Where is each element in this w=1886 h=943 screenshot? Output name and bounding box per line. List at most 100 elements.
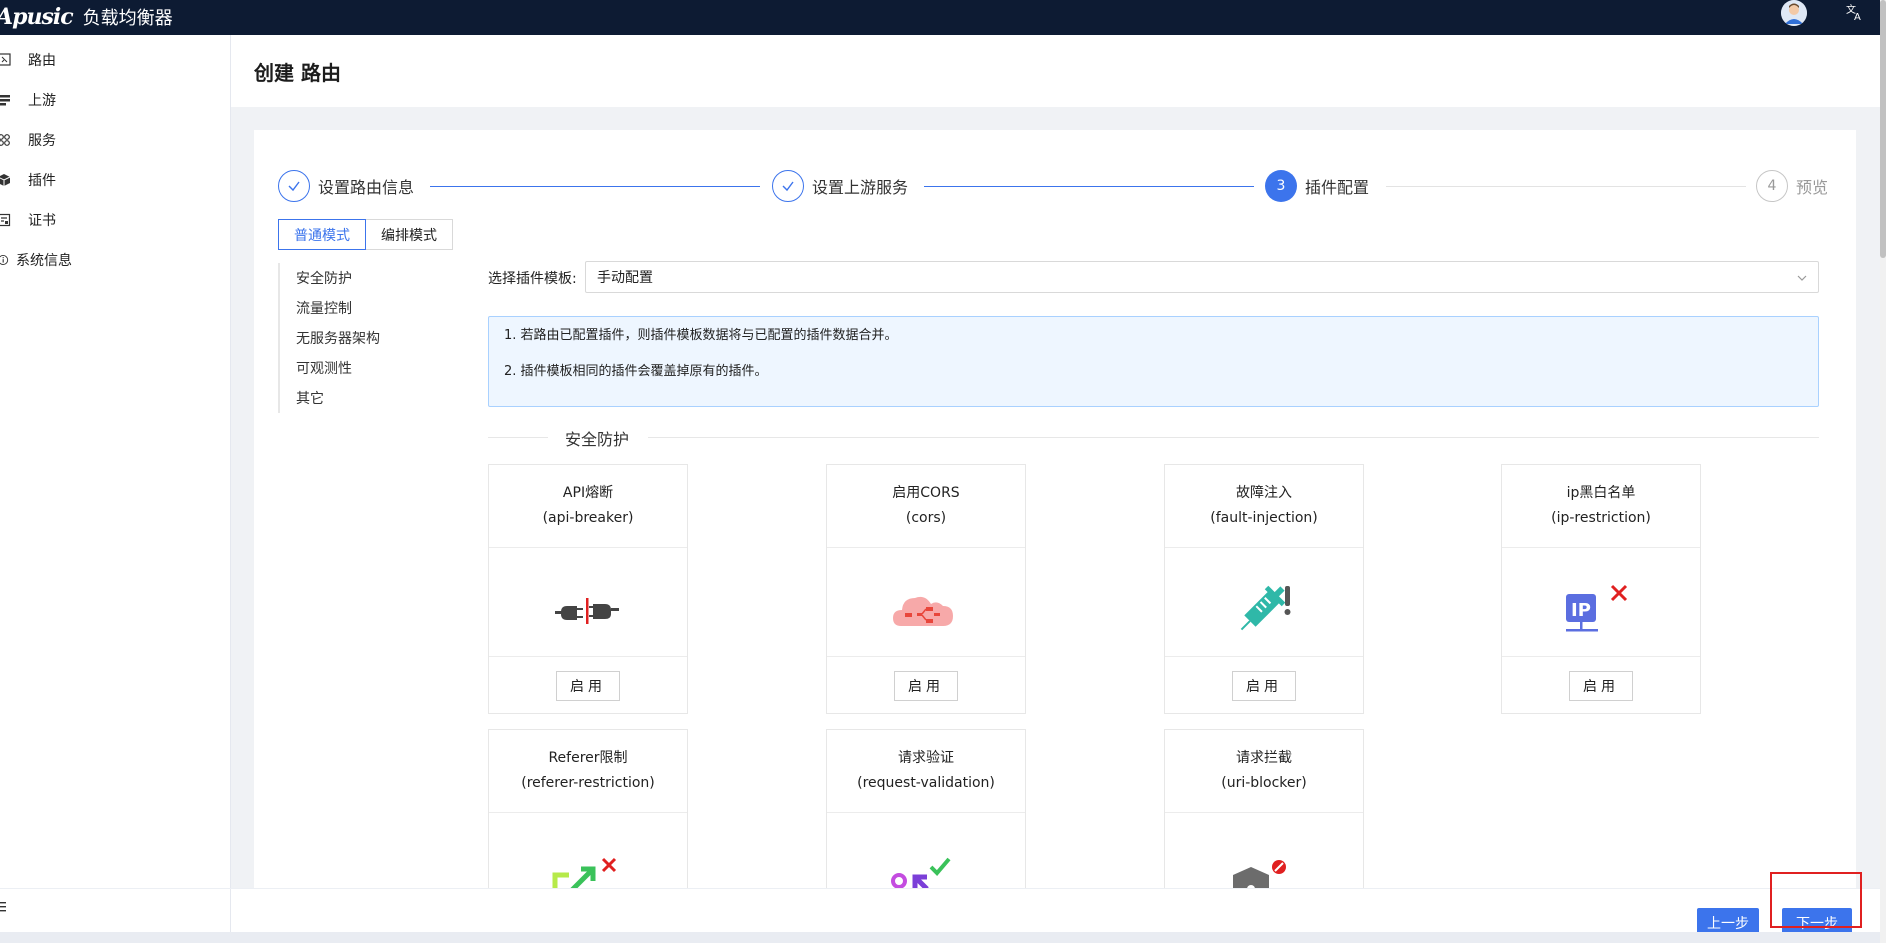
step-done-circle <box>772 170 804 202</box>
tab-orchestration-mode[interactable]: 编排模式 <box>366 219 453 250</box>
plugin-card-header: API熔断 (api-breaker) <box>489 465 687 548</box>
product-name: 负载均衡器 <box>82 8 173 29</box>
uri-block-icon <box>1233 860 1286 890</box>
svg-text:A: A <box>1854 12 1861 22</box>
step-connector <box>1386 186 1746 187</box>
ip-block-icon: IP <box>1566 584 1628 632</box>
plugin-id: (ip-restriction) <box>1551 510 1651 526</box>
top-header: Apusic 负载均衡器 文 A <box>0 0 1886 35</box>
plugin-card-footer: 启用 <box>1502 657 1700 714</box>
sidebar-item-label: 路由 <box>28 53 56 69</box>
upstream-icon <box>0 95 10 106</box>
step-route-info: 设置路由信息 <box>278 170 414 202</box>
plugin-card-body <box>827 813 1025 890</box>
plugin-card-body <box>1165 548 1363 657</box>
plugin-card-uri-blocker: 请求拦截 (uri-blocker) <box>1164 729 1364 890</box>
template-select-value: 手动配置 <box>597 270 653 286</box>
template-select[interactable]: 手动配置 <box>585 261 1819 293</box>
brand: Apusic 负载均衡器 <box>0 2 173 32</box>
step-title: 设置路由信息 <box>318 178 415 197</box>
plugin-card-footer: 启用 <box>489 657 687 714</box>
notice-line: 1. 若路由已配置插件，则插件模板数据将与已配置的插件数据合并。 <box>504 328 898 343</box>
sidebar-item-system-info[interactable]: 系统信息 <box>0 248 72 272</box>
sidebar: 路由 上游 服务 插件 证书 系统信息 <box>0 35 231 943</box>
plugin-card-header: 请求验证 (request-validation) <box>827 730 1025 813</box>
divider-line <box>648 437 1819 438</box>
enable-button[interactable]: 启用 <box>1232 670 1296 701</box>
section-title: 安全防护 <box>565 430 630 449</box>
category-traffic-control[interactable]: 流量控制 <box>280 293 438 323</box>
translate-icon[interactable]: 文 A <box>1845 2 1865 22</box>
plugin-name: ip黑白名单 <box>1566 485 1636 501</box>
page-title: 创建 路由 <box>254 61 341 85</box>
sidebar-item-label: 上游 <box>28 93 56 109</box>
sidebar-item-plugin[interactable]: 插件 <box>0 168 56 192</box>
plugin-id: (fault-injection) <box>1210 510 1318 526</box>
request-check-icon <box>891 857 951 890</box>
route-icon <box>0 53 11 66</box>
sidebar-item-label: 系统信息 <box>16 253 72 269</box>
info-notice: 1. 若路由已配置插件，则插件模板数据将与已配置的插件数据合并。 2. 插件模板… <box>488 316 1819 407</box>
enable-button[interactable]: 启用 <box>556 670 620 701</box>
category-serverless[interactable]: 无服务器架构 <box>280 323 438 353</box>
plugin-name: 故障注入 <box>1236 485 1292 501</box>
content-card: 设置路由信息 设置上游服务 3 插件配置 4 预览 普通模式 编排模式 安全防护… <box>254 130 1856 890</box>
category-other[interactable]: 其它 <box>280 383 438 413</box>
step-plugin-config: 3 插件配置 <box>1265 170 1369 202</box>
sidebar-item-service[interactable]: 服务 <box>0 128 56 152</box>
user-avatar[interactable] <box>1781 0 1807 26</box>
mode-tabs: 普通模式 编排模式 <box>278 219 453 250</box>
step-title: 预览 <box>1796 178 1829 197</box>
plugin-id: (api-breaker) <box>542 510 634 526</box>
tab-normal-mode[interactable]: 普通模式 <box>278 219 366 250</box>
sidebar-item-label: 服务 <box>28 133 56 149</box>
category-security[interactable]: 安全防护 <box>280 263 438 293</box>
section-divider: 安全防护 <box>488 426 1819 450</box>
sidebar-item-upstream[interactable]: 上游 <box>0 88 56 112</box>
plugin-card-header: 请求拦截 (uri-blocker) <box>1165 730 1363 813</box>
cloud-cors-icon <box>893 596 953 626</box>
service-icon <box>0 134 10 146</box>
plugin-id: (cors) <box>905 510 947 526</box>
step-done-circle <box>278 170 310 202</box>
divider-line <box>488 437 548 438</box>
svg-text:IP: IP <box>1571 600 1591 621</box>
plugin-card-cors: 启用CORS (cors) 启用 <box>826 464 1026 714</box>
certificate-icon <box>0 213 11 227</box>
plugin-card-fault-injection: 故障注入 (fault-injection) 启用 <box>1164 464 1364 714</box>
enable-button[interactable]: 启用 <box>1569 670 1633 701</box>
plugin-card-ip-restriction: ip黑白名单 (ip-restriction) IP 启用 <box>1501 464 1701 714</box>
plugin-card-header: Referer限制 (referer-restriction) <box>489 730 687 813</box>
page-header: 创建 路由 <box>231 35 1880 107</box>
plugin-card-header: 启用CORS (cors) <box>827 465 1025 548</box>
plugin-name: 启用CORS <box>892 485 960 501</box>
step-connector <box>924 186 1254 187</box>
plugin-name: API熔断 <box>562 485 614 501</box>
check-icon <box>288 181 300 192</box>
step-title: 插件配置 <box>1305 178 1370 197</box>
category-observability[interactable]: 可观测性 <box>280 353 438 383</box>
plugin-card-body <box>489 813 687 890</box>
plugin-card-body <box>489 548 687 657</box>
plugin-card-footer: 启用 <box>827 657 1025 714</box>
sidebar-item-route[interactable]: 路由 <box>0 48 56 72</box>
check-icon <box>782 181 794 192</box>
category-nav: 安全防护 流量控制 无服务器架构 可观测性 其它 <box>278 263 438 413</box>
step-preview: 4 预览 <box>1756 170 1828 202</box>
collapse-menu-icon[interactable] <box>0 901 8 913</box>
logo: Apusic <box>0 4 74 30</box>
step-upstream: 设置上游服务 <box>772 170 908 202</box>
plugin-card-header: ip黑白名单 (ip-restriction) <box>1502 465 1700 548</box>
plugin-card-body <box>827 548 1025 657</box>
plugin-card-api-breaker: API熔断 (api-breaker) 启用 <box>488 464 688 714</box>
scrollbar-thumb[interactable] <box>1880 0 1886 258</box>
plug-disconnect-icon <box>555 598 619 624</box>
sidebar-item-certificate[interactable]: 证书 <box>0 208 56 232</box>
step-connector <box>430 186 760 187</box>
bottom-strip <box>0 932 1880 943</box>
syringe-alert-icon <box>1240 585 1291 631</box>
sidebar-item-label: 证书 <box>28 213 56 229</box>
enable-button[interactable]: 启用 <box>894 670 958 701</box>
avatar-icon <box>1781 0 1807 26</box>
plugin-id: (referer-restriction) <box>521 775 655 791</box>
